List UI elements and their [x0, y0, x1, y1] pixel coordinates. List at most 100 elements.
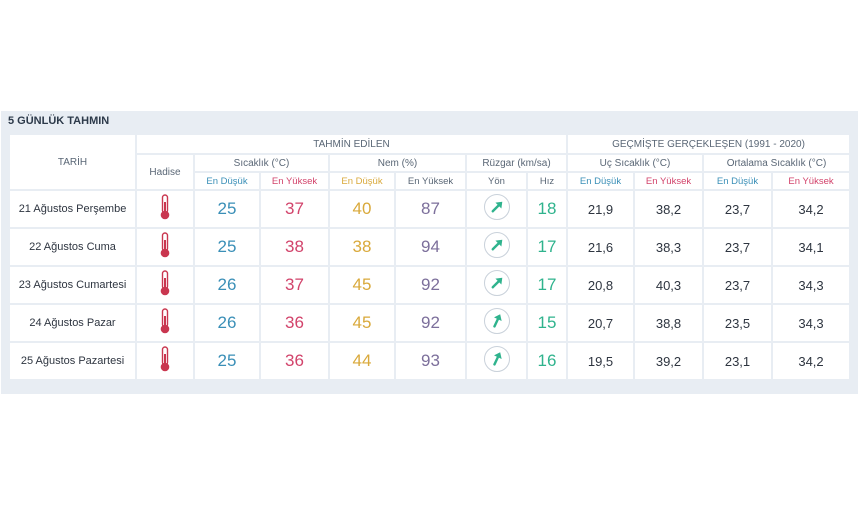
- wind-direction-header: Yön: [465, 171, 528, 191]
- wind-direction-arrow-icon: [483, 269, 510, 296]
- avg-low-header: En Düşük: [702, 171, 773, 191]
- avg-low-cell: 23,1: [702, 341, 773, 381]
- hadise-cell: [135, 189, 195, 229]
- hum-high-cell: 93: [394, 341, 467, 381]
- hadise-cell: [135, 227, 195, 267]
- wind-header: Rüzgar (km/sa): [465, 153, 568, 173]
- wind-direction-arrow-icon: [483, 345, 510, 372]
- avg-high-cell: 34,1: [771, 227, 851, 267]
- hum-high-cell: 94: [394, 227, 467, 267]
- ext-low-cell: 21,6: [566, 227, 635, 267]
- ext-high-cell: 39,2: [633, 341, 704, 381]
- header-row-2: Hadise Sıcaklık (°C) Nem (%) Rüzgar (km/…: [9, 153, 851, 191]
- ext-low-cell: 20,8: [566, 265, 635, 305]
- avg-high-cell: 34,2: [771, 341, 851, 381]
- date-cell: 23 Ağustos Cumartesi: [8, 265, 137, 305]
- ext-low-cell: 19,5: [566, 341, 635, 381]
- hadise-cell: [135, 303, 195, 343]
- wind-direction-cell: [465, 303, 528, 343]
- avg-high-cell: 34,3: [771, 303, 851, 343]
- temp-high-header: En Yüksek: [259, 171, 330, 191]
- forecast-table: TARİH TAHMİN EDİLEN GEÇMİŞTE GERÇEKLEŞEN…: [8, 133, 851, 381]
- avg-low-cell: 23,5: [702, 303, 773, 343]
- avg-low-cell: 23,7: [702, 265, 773, 305]
- wind-speed-header: Hız: [526, 171, 568, 191]
- wind-speed-cell: 17: [526, 265, 568, 305]
- extreme-temp-header: Uç Sıcaklık (°C): [566, 153, 704, 173]
- hadise-cell: [135, 341, 195, 381]
- wind-speed-cell: 18: [526, 189, 568, 229]
- thermometer-icon: [158, 193, 172, 221]
- wind-direction-cell: [465, 189, 528, 229]
- date-cell: 22 Ağustos Cuma: [8, 227, 137, 267]
- ext-high-cell: 38,2: [633, 189, 704, 229]
- table-row: 22 Ağustos Cuma 25 38 38 94 17 21,6 38,3…: [8, 227, 851, 267]
- table-row: 21 Ağustos Perşembe 25 37 40 87 18 21,9 …: [8, 189, 851, 229]
- wind-speed-cell: 15: [526, 303, 568, 343]
- wind-direction-arrow-icon: [483, 193, 510, 220]
- table-row: 25 Ağustos Pazartesi 25 36 44 93 16 19,5…: [8, 341, 851, 381]
- historical-header: GEÇMİŞTE GERÇEKLEŞEN (1991 - 2020): [566, 133, 851, 155]
- avg-high-cell: 34,2: [771, 189, 851, 229]
- avg-high-cell: 34,3: [771, 265, 851, 305]
- ext-high-cell: 38,8: [633, 303, 704, 343]
- ext-low-header: En Düşük: [566, 171, 635, 191]
- ext-low-cell: 21,9: [566, 189, 635, 229]
- hum-low-cell: 38: [328, 227, 396, 267]
- ext-high-cell: 40,3: [633, 265, 704, 305]
- wind-direction-cell: [465, 341, 528, 381]
- hadise-header: Hadise: [135, 153, 195, 191]
- ext-high-header: En Yüksek: [633, 171, 704, 191]
- temp-low-cell: 26: [193, 265, 261, 305]
- avg-low-cell: 23,7: [702, 227, 773, 267]
- table-row: 23 Ağustos Cumartesi 26 37 45 92 17 20,8…: [8, 265, 851, 305]
- wind-direction-cell: [465, 265, 528, 305]
- hum-low-header: En Düşük: [328, 171, 396, 191]
- thermometer-icon: [158, 269, 172, 297]
- temp-high-cell: 38: [259, 227, 330, 267]
- table-body: 21 Ağustos Perşembe 25 37 40 87 18 21,9 …: [8, 189, 851, 381]
- ext-low-cell: 20,7: [566, 303, 635, 343]
- thermometer-icon: [158, 345, 172, 373]
- temp-low-cell: 25: [193, 341, 261, 381]
- temp-high-cell: 37: [259, 265, 330, 305]
- table-row: 24 Ağustos Pazar 26 36 45 92 15 20,7 38,…: [8, 303, 851, 343]
- avg-high-header: En Yüksek: [771, 171, 851, 191]
- hum-high-cell: 92: [394, 265, 467, 305]
- wind-speed-cell: 16: [526, 341, 568, 381]
- temp-low-header: En Düşük: [193, 171, 261, 191]
- temp-high-cell: 37: [259, 189, 330, 229]
- hum-high-header: En Yüksek: [394, 171, 467, 191]
- date-cell: 25 Ağustos Pazartesi: [8, 341, 137, 381]
- forecast-header: TAHMİN EDİLEN: [135, 133, 568, 155]
- humidity-header: Nem (%): [328, 153, 467, 173]
- hadise-cell: [135, 265, 195, 305]
- temp-high-cell: 36: [259, 303, 330, 343]
- wind-direction-arrow-icon: [483, 231, 510, 258]
- thermometer-icon: [158, 231, 172, 259]
- date-header: TARİH: [8, 133, 137, 191]
- temp-low-cell: 26: [193, 303, 261, 343]
- hum-low-cell: 45: [328, 265, 396, 305]
- temp-high-cell: 36: [259, 341, 330, 381]
- panel-title: 5 GÜNLÜK TAHMIN: [8, 115, 110, 127]
- ext-high-cell: 38,3: [633, 227, 704, 267]
- temp-low-cell: 25: [193, 227, 261, 267]
- avg-temp-header: Ortalama Sıcaklık (°C): [702, 153, 851, 173]
- hum-high-cell: 92: [394, 303, 467, 343]
- wind-direction-cell: [465, 227, 528, 267]
- thermometer-icon: [158, 307, 172, 335]
- wind-direction-arrow-icon: [483, 307, 510, 334]
- temp-low-cell: 25: [193, 189, 261, 229]
- date-cell: 24 Ağustos Pazar: [8, 303, 137, 343]
- wind-speed-cell: 17: [526, 227, 568, 267]
- temperature-header: Sıcaklık (°C): [193, 153, 330, 173]
- hum-low-cell: 45: [328, 303, 396, 343]
- hum-low-cell: 44: [328, 341, 396, 381]
- date-cell: 21 Ağustos Perşembe: [8, 189, 137, 229]
- header-row-1: TARİH TAHMİN EDİLEN GEÇMİŞTE GERÇEKLEŞEN…: [8, 133, 851, 191]
- hum-low-cell: 40: [328, 189, 396, 229]
- hum-high-cell: 87: [394, 189, 467, 229]
- forecast-panel: 5 GÜNLÜK TAHMIN TARİH TAHMİN EDİLEN GEÇM…: [1, 111, 858, 394]
- avg-low-cell: 23,7: [702, 189, 773, 229]
